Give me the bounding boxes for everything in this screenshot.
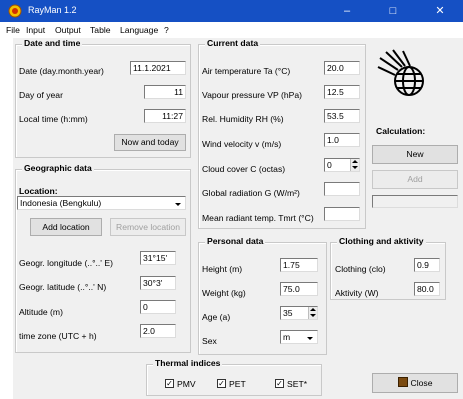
title-bar: RayMan 1.2 – □ ✕ xyxy=(0,0,463,22)
cloud-cover-field[interactable]: 0 xyxy=(324,158,360,172)
tmrt-field[interactable] xyxy=(324,207,360,221)
rayman-app-icon xyxy=(8,4,22,18)
pet-label: PET xyxy=(229,379,246,389)
cloud-cover-value: 0 xyxy=(327,160,332,170)
new-button[interactable]: New xyxy=(372,145,458,164)
vapour-pressure-label: Vapour pressure VP (hPa) xyxy=(202,90,302,100)
menu-language[interactable]: Language xyxy=(120,25,158,35)
pmv-label: PMV xyxy=(177,379,196,389)
calculation-status-field xyxy=(372,195,458,208)
date-field[interactable]: 11.1.2021 xyxy=(130,61,186,75)
age-spinner[interactable] xyxy=(308,307,317,319)
local-time-label: Local time (h:mm) xyxy=(19,114,88,124)
minimize-button[interactable]: – xyxy=(324,0,370,22)
arrow-down-icon[interactable] xyxy=(352,166,358,169)
air-temp-field[interactable]: 20.0 xyxy=(324,61,360,75)
local-time-field[interactable]: 11:27 xyxy=(144,109,186,123)
thermal-indices-title: Thermal indices xyxy=(153,358,223,368)
clothing-label: Clothing (clo) xyxy=(335,264,386,274)
window-title: RayMan 1.2 xyxy=(28,5,77,15)
activity-field[interactable]: 80.0 xyxy=(414,282,440,296)
height-field[interactable]: 1.75 xyxy=(280,258,318,272)
timezone-label: time zone (UTC + h) xyxy=(19,331,97,341)
global-radiation-label: Global radiation G (W/m²) xyxy=(202,188,300,198)
latitude-field[interactable]: 30°3' xyxy=(140,276,176,290)
pet-checkbox[interactable]: ✓ xyxy=(217,379,226,388)
date-time-title: Date and time xyxy=(22,38,83,48)
geographic-title: Geographic data xyxy=(22,163,94,173)
tmrt-label: Mean radiant temp. Tmrt (°C) xyxy=(202,213,314,223)
door-icon xyxy=(397,377,408,387)
add-button[interactable]: Add xyxy=(372,170,458,189)
weight-label: Weight (kg) xyxy=(202,288,246,298)
date-label: Date (day.month.year) xyxy=(19,66,104,76)
location-label: Location: xyxy=(19,186,58,196)
menu-output[interactable]: Output xyxy=(55,25,81,35)
close-button[interactable]: Close xyxy=(372,373,458,393)
clothing-title: Clothing and aktivity xyxy=(337,236,426,246)
age-field[interactable]: 35 xyxy=(280,306,318,320)
longitude-field[interactable]: 31°15' xyxy=(140,251,176,265)
location-value: Indonesia (Bengkulu) xyxy=(20,198,102,208)
global-radiation-field[interactable] xyxy=(324,182,360,196)
sex-label: Sex xyxy=(202,336,217,346)
arrow-down-icon[interactable] xyxy=(310,314,316,317)
longitude-label: Geogr. longitude (..°..' E) xyxy=(19,258,113,268)
remove-location-button[interactable]: Remove location xyxy=(110,218,186,236)
rayman-logo-icon xyxy=(377,49,424,96)
activity-label: Aktivity (W) xyxy=(335,288,379,298)
sex-select[interactable]: m xyxy=(280,330,318,344)
clothing-field[interactable]: 0.9 xyxy=(414,258,440,272)
personal-data-title: Personal data xyxy=(205,236,266,246)
menu-table[interactable]: Table xyxy=(90,25,111,35)
timezone-field[interactable]: 2.0 xyxy=(140,324,176,338)
menu-input[interactable]: Input xyxy=(26,25,45,35)
calculation-label: Calculation: xyxy=(376,126,426,136)
day-of-year-field[interactable]: 11 xyxy=(144,85,186,99)
set-label: SET* xyxy=(287,379,308,389)
current-data-title: Current data xyxy=(205,38,261,48)
add-location-button[interactable]: Add location xyxy=(30,218,102,236)
menu-bar: File Input Output Table Language ? xyxy=(0,22,463,38)
maximize-button[interactable]: □ xyxy=(370,0,416,22)
humidity-label: Rel. Humidity RH (%) xyxy=(202,114,284,124)
pmv-checkbox[interactable]: ✓ xyxy=(165,379,174,388)
set-checkbox[interactable]: ✓ xyxy=(275,379,284,388)
now-and-today-button[interactable]: Now and today xyxy=(114,134,186,151)
age-label: Age (a) xyxy=(202,312,231,322)
day-of-year-label: Day of year xyxy=(19,90,63,100)
age-value: 35 xyxy=(283,308,293,318)
cloud-cover-spinner[interactable] xyxy=(350,159,359,171)
sex-value: m xyxy=(283,332,291,342)
chevron-down-icon[interactable] xyxy=(304,332,316,343)
menu-file[interactable]: File xyxy=(6,25,20,35)
chevron-down-icon[interactable] xyxy=(172,198,184,209)
latitude-label: Geogr. latitude (..°..' N) xyxy=(19,282,107,292)
close-window-button[interactable]: ✕ xyxy=(417,0,463,22)
left-margin xyxy=(0,38,13,399)
height-label: Height (m) xyxy=(202,264,243,274)
cloud-cover-label: Cloud cover C (octas) xyxy=(202,164,286,174)
wind-field[interactable]: 1.0 xyxy=(324,133,360,147)
altitude-label: Altitude (m) xyxy=(19,307,63,317)
humidity-field[interactable]: 53.5 xyxy=(324,109,360,123)
menu-help[interactable]: ? xyxy=(164,25,169,35)
altitude-field[interactable]: 0 xyxy=(140,300,176,314)
weight-field[interactable]: 75.0 xyxy=(280,282,318,296)
arrow-up-icon[interactable] xyxy=(310,308,316,311)
wind-label: Wind velocity v (m/s) xyxy=(202,139,282,149)
air-temp-label: Air temperature Ta (°C) xyxy=(202,66,291,76)
vapour-pressure-field[interactable]: 12.5 xyxy=(324,85,360,99)
close-label: Close xyxy=(410,378,433,388)
arrow-up-icon[interactable] xyxy=(352,160,358,163)
location-select[interactable]: Indonesia (Bengkulu) xyxy=(17,196,186,210)
